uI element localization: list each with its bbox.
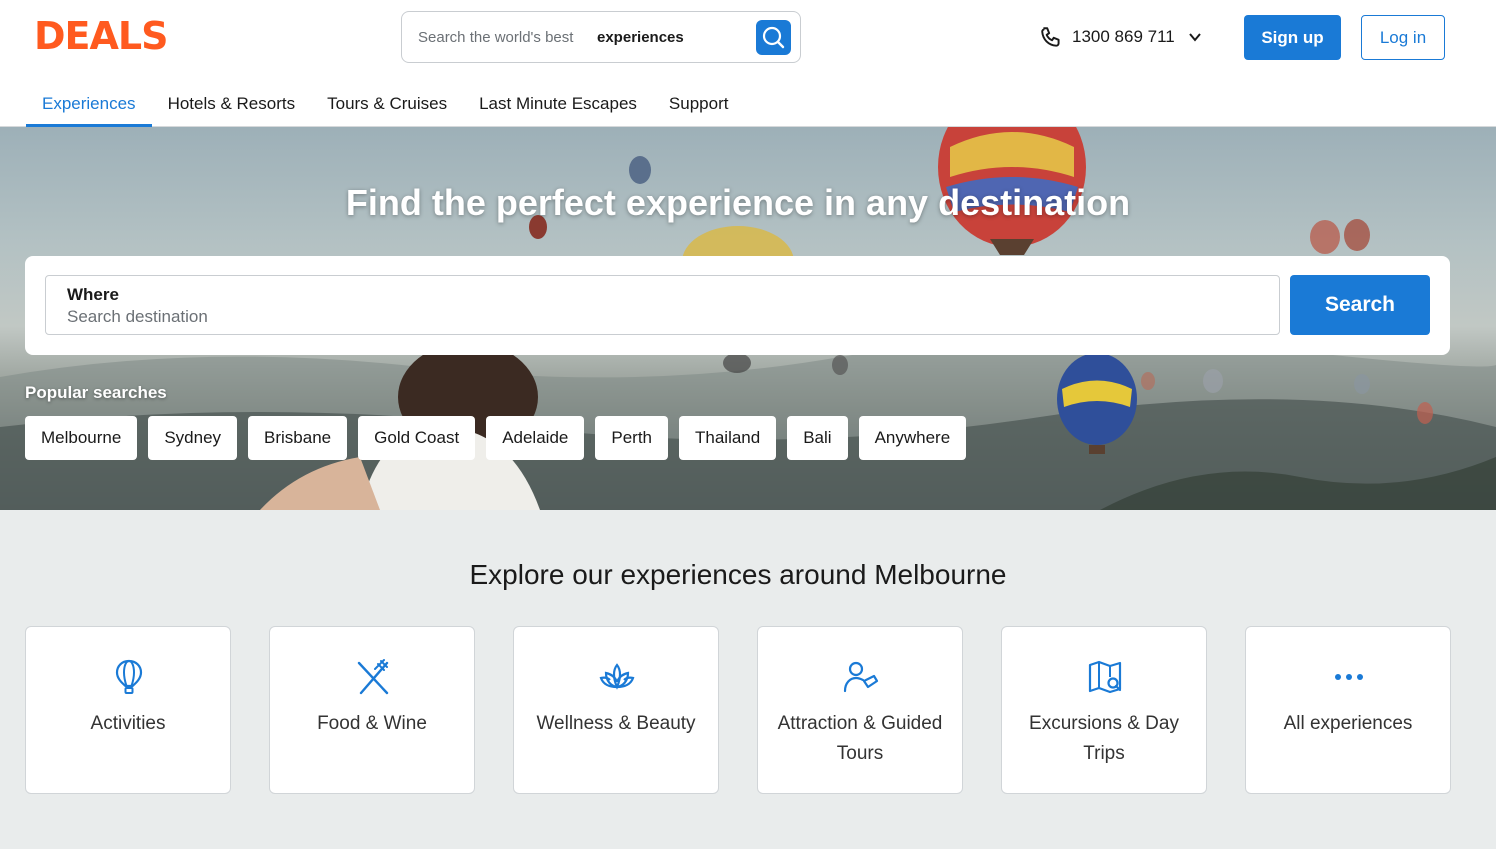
explore-title: Explore our experiences around Melbourne	[469, 559, 1007, 590]
main-nav: Experiences Hotels & Resorts Tours & Cru…	[26, 82, 744, 127]
category-card-excursions-day-trips[interactable]: Excursions & Day Trips	[1001, 626, 1207, 794]
search-button[interactable]: Search	[1290, 275, 1430, 335]
nav-tab-hotels-resorts[interactable]: Hotels & Resorts	[152, 82, 312, 127]
popular-chip-perth[interactable]: Perth	[595, 416, 668, 460]
nav-tab-tours-cruises[interactable]: Tours & Cruises	[311, 82, 463, 127]
nav-tab-support[interactable]: Support	[653, 82, 745, 127]
where-field[interactable]: Where	[45, 275, 1280, 335]
popular-chip-anywhere[interactable]: Anywhere	[858, 416, 967, 460]
popular-chip-melbourne[interactable]: Melbourne	[25, 416, 138, 460]
category-label: Attraction & Guided Tours	[777, 713, 943, 764]
deals-logo[interactable]: DEALS	[34, 14, 168, 58]
where-label: Where	[67, 285, 119, 304]
guide-person-icon	[843, 661, 879, 693]
popular-chip-brisbane[interactable]: Brisbane	[248, 416, 348, 460]
destination-search-card: Where Search	[25, 256, 1450, 355]
header-search-keyword: experiences	[597, 29, 684, 46]
popular-chip-thailand[interactable]: Thailand	[679, 416, 777, 460]
header-search-button[interactable]	[756, 20, 791, 55]
chevron-down-icon	[1189, 33, 1201, 42]
popular-searches-label: Popular searches	[25, 383, 167, 402]
more-dots-icon	[1335, 674, 1363, 680]
nav-tab-experiences[interactable]: Experiences	[26, 82, 152, 127]
popular-chip-adelaide[interactable]: Adelaide	[486, 416, 585, 460]
phone-number: 1300 869 711	[1072, 27, 1175, 46]
category-card-attraction-guided-tours[interactable]: Attraction & Guided Tours	[757, 626, 963, 794]
header-search-placeholder: Search the world's best	[418, 29, 574, 46]
category-label: All experiences	[1283, 713, 1413, 734]
login-button[interactable]: Log in	[1361, 15, 1445, 60]
fork-knife-icon	[357, 659, 389, 695]
popular-chip-gold-coast[interactable]: Gold Coast	[358, 416, 476, 460]
destination-input[interactable]	[67, 306, 1247, 328]
popular-searches: Melbourne Sydney Brisbane Gold Coast Ade…	[25, 416, 967, 460]
category-card-wellness-beauty[interactable]: Wellness & Beauty	[513, 626, 719, 794]
category-card-activities[interactable]: Activities	[25, 626, 231, 794]
popular-chip-sydney[interactable]: Sydney	[148, 416, 238, 460]
category-cards: Activities Food & Wine Wellness & Beauty…	[25, 626, 1451, 794]
category-label: Activities	[90, 713, 166, 734]
search-icon	[762, 26, 785, 49]
header-search-box[interactable]: Search the world's best experiences	[401, 11, 801, 63]
map-search-icon	[1088, 660, 1122, 694]
category-label: Food & Wine	[317, 713, 427, 734]
category-card-all-experiences[interactable]: All experiences	[1245, 626, 1451, 794]
popular-chip-bali[interactable]: Bali	[787, 416, 848, 460]
nav-tab-last-minute-escapes[interactable]: Last Minute Escapes	[463, 82, 653, 127]
site-header: DEALS Search the world's best experience…	[0, 0, 1496, 127]
signup-button[interactable]: Sign up	[1244, 15, 1341, 60]
hero-banner: Find the perfect experience in any desti…	[0, 127, 1496, 510]
phone-icon	[1041, 27, 1060, 47]
lotus-icon	[599, 663, 635, 690]
category-card-food-wine[interactable]: Food & Wine	[269, 626, 475, 794]
category-label: Excursions & Day Trips	[1029, 713, 1179, 764]
hot-air-balloon-icon	[115, 659, 143, 694]
category-label: Wellness & Beauty	[536, 713, 696, 734]
hero-title: Find the perfect experience in any desti…	[345, 182, 1131, 223]
